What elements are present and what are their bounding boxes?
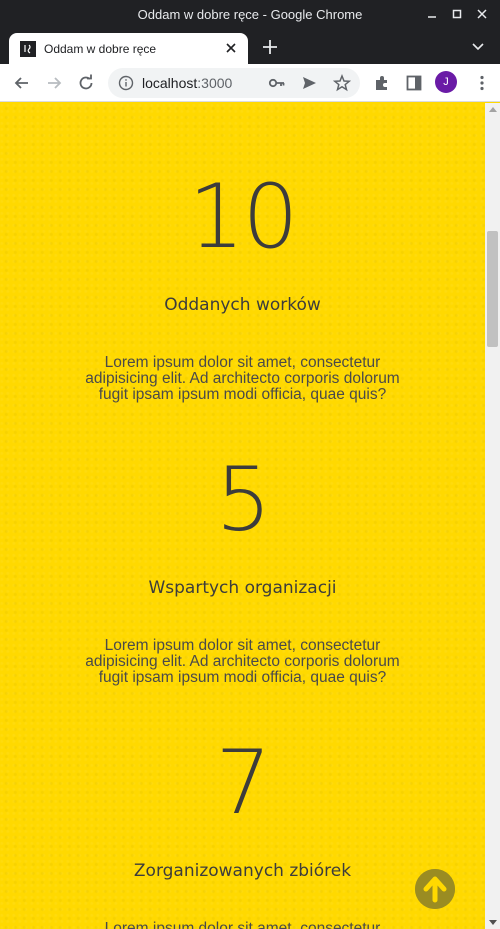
stat-number: 7 [215,731,272,834]
scrollbar-thumb[interactable] [487,231,498,347]
browser-toolbar: localhost:3000 J [0,64,500,102]
menu-button[interactable] [472,73,492,93]
key-icon[interactable] [268,75,286,95]
maximize-button[interactable] [449,6,465,22]
scroll-up-arrow-icon[interactable] [489,107,497,112]
puzzle-icon [376,76,387,90]
stat-label: Oddanych worków [164,295,321,315]
stat-number: 5 [215,448,272,551]
minimize-icon [428,16,436,18]
stat-description: Lorem ipsum dolor sit amet, consectetur … [85,637,400,686]
page-scrollbar[interactable] [485,103,500,929]
favicon-icon [20,41,36,57]
url-text: localhost:3000 [142,75,232,91]
tab-strip: Oddam w dobre ręce [0,30,500,64]
arrow-up-circle-icon [415,869,455,909]
stat-label: Zorganizowanych zbiórek [133,861,352,881]
close-window-button[interactable] [474,6,490,22]
window-title-bar: Oddam w dobre ręce - Google Chrome [0,0,500,30]
stat-number: 10 [188,165,299,268]
profile-avatar[interactable]: J [435,71,457,93]
page-content: 10 Oddanych worków Lorem ipsum dolor sit… [0,103,485,929]
stat-item: 7 Zorganizowanych zbiórek Lorem ipsum do… [0,739,485,929]
forward-button[interactable] [44,73,64,93]
scroll-to-top-button[interactable] [415,869,455,909]
url-port: :3000 [197,75,233,91]
extensions-button[interactable] [372,73,392,93]
stat-label: Wspartych organizacji [148,578,337,598]
plus-icon [263,40,277,54]
stat-description: Lorem ipsum dolor sit amet, consectetur … [104,920,381,929]
new-tab-button[interactable] [259,36,281,58]
url-host: localhost [142,75,198,91]
reload-icon [79,74,93,90]
side-panel-icon [406,75,422,91]
reload-button[interactable] [76,73,96,93]
tab-search-button[interactable] [470,38,486,54]
kebab-menu-icon [480,75,484,91]
arrow-left-icon [14,77,28,89]
tab-title: Oddam w dobre ręce [44,42,157,56]
arrow-right-icon [48,77,62,89]
close-icon [226,43,236,53]
maximize-icon [452,9,462,19]
back-button[interactable] [12,73,32,93]
minimize-button[interactable] [424,6,440,22]
close-icon [477,9,487,19]
tab-close-button[interactable] [222,39,240,57]
scroll-down-arrow-icon[interactable] [489,920,497,925]
tab-active[interactable]: Oddam w dobre ręce [9,33,248,64]
stat-item: 5 Wspartych organizacji Lorem ipsum dolo… [0,456,485,686]
stat-item: 10 Oddanych worków Lorem ipsum dolor sit… [0,173,485,403]
address-bar[interactable]: localhost:3000 [108,68,360,98]
info-icon[interactable] [118,75,134,95]
chevron-down-icon [472,43,484,51]
stat-description: Lorem ipsum dolor sit amet, consectetur … [85,354,400,403]
side-panel-button[interactable] [404,73,424,93]
send-icon[interactable] [301,75,317,95]
star-icon[interactable] [332,73,352,96]
